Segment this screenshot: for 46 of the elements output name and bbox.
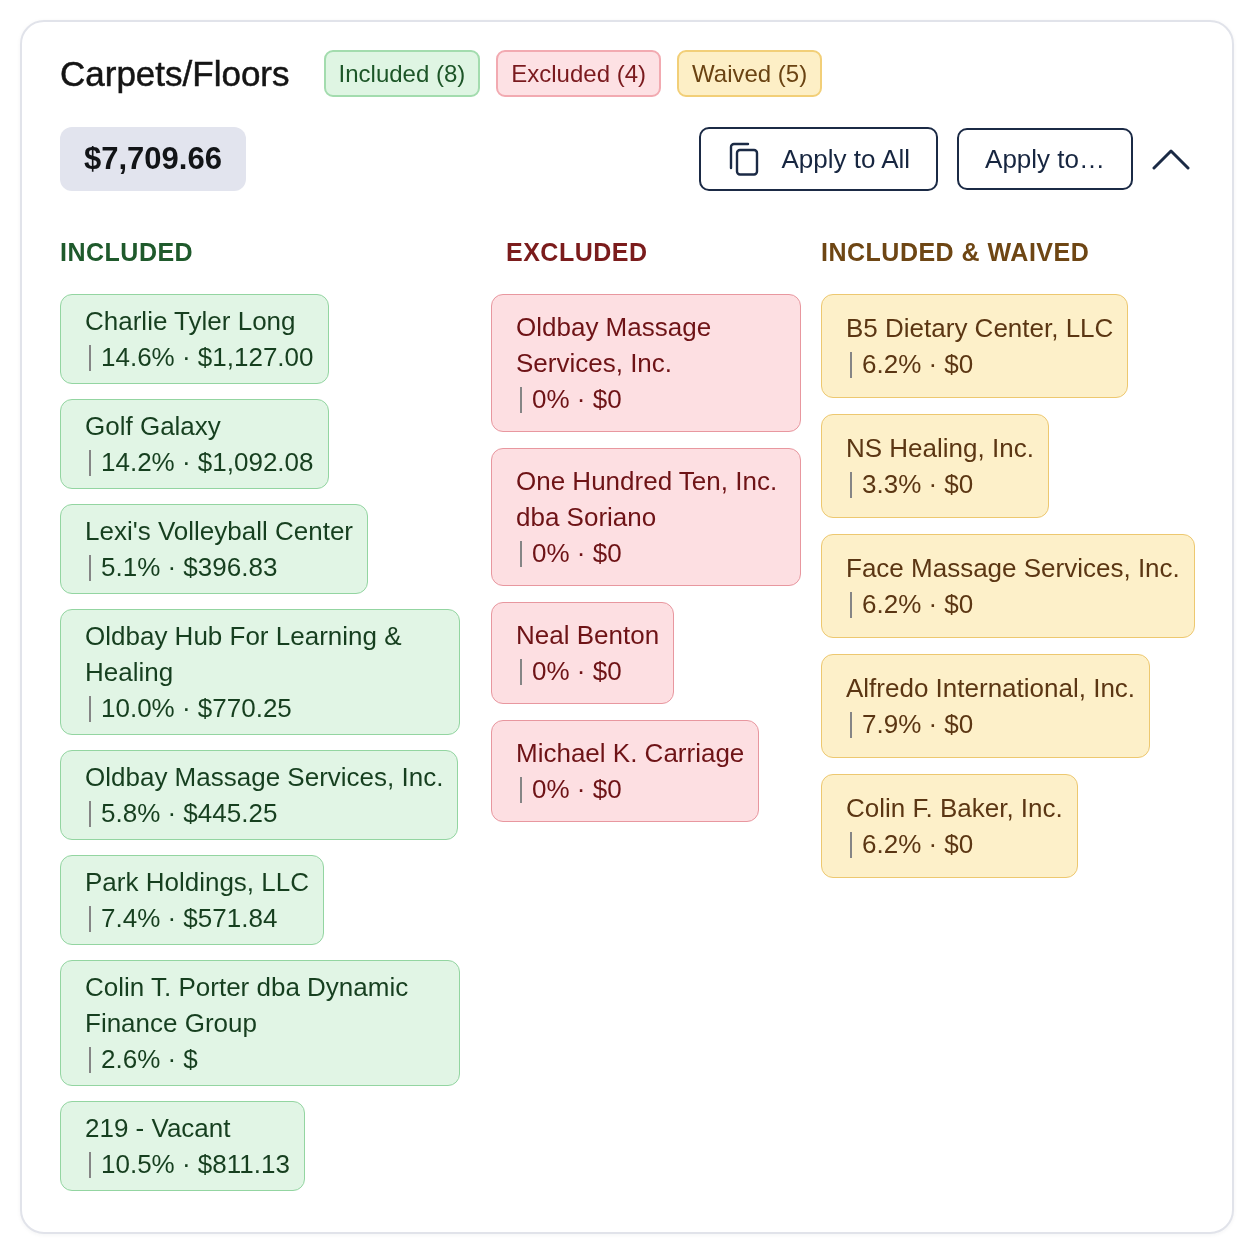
tenant-name: Oldbay Massage Services, Inc. xyxy=(516,311,713,380)
share-amount: 6.2% · $0 xyxy=(862,589,974,619)
tenant-name: Charlie Tyler Long xyxy=(85,305,296,338)
action-button[interactable]: Apply to… xyxy=(957,128,1133,190)
section-title: Carpets/Floors xyxy=(60,53,290,95)
tenant-name: One Hundred Ten, Inc. dba Soriano xyxy=(516,465,779,534)
share-amount: 0% · $0 xyxy=(532,384,622,414)
tenant-name: Oldbay Hub For Learning & Healing xyxy=(85,620,403,689)
column-heading: INCLUDED xyxy=(60,237,194,267)
tenant-name: B5 Dietary Center, LLC xyxy=(846,312,1114,345)
total-amount: $7,709.66 xyxy=(60,127,246,191)
share-amount: 14.2% · $1,092.08 xyxy=(101,447,314,477)
column-heading: EXCLUDED xyxy=(506,237,648,267)
count-badge: Excluded (4) xyxy=(496,50,661,97)
tenant-name: Neal Benton xyxy=(516,619,660,652)
tenant-name: Lexi's Volleyball Center xyxy=(85,515,353,548)
share-amount: 10.5% · $811.13 xyxy=(101,1149,290,1179)
share-amount: 3.3% · $0 xyxy=(862,469,974,499)
tenant-name: Oldbay Massage Services, Inc. xyxy=(85,761,444,794)
share-amount: 6.2% · $0 xyxy=(862,829,974,859)
tenant-name: Michael K. Carriage xyxy=(516,737,745,770)
tenant-name: Face Massage Services, Inc. xyxy=(846,552,1180,585)
count-badge: Included (8) xyxy=(323,50,481,97)
count-badge: Waived (5) xyxy=(677,50,823,97)
tenant-name: Park Holdings, LLC xyxy=(85,866,309,899)
share-amount: 0% · $0 xyxy=(532,656,622,686)
tenant-name: Golf Galaxy xyxy=(85,410,221,443)
share-amount: 0% · $0 xyxy=(532,538,622,568)
share-amount: 5.1% · $396.83 xyxy=(101,552,278,582)
share-amount: 7.9% · $0 xyxy=(862,709,974,739)
share-amount: 7.4% · $571.84 xyxy=(101,903,278,933)
share-amount: 2.6% · $ xyxy=(101,1044,198,1074)
share-amount: 14.6% · $1,127.00 xyxy=(101,342,314,372)
tenant-name: Colin T. Porter dba Dynamic Finance Group xyxy=(85,971,410,1040)
column-heading: INCLUDED & WAIVED xyxy=(821,237,1090,267)
action-button[interactable]: Apply to All xyxy=(699,127,939,191)
tenant-name: NS Healing, Inc. xyxy=(846,432,1034,465)
chevron-up-icon[interactable] xyxy=(1152,148,1190,170)
share-amount: 0% · $0 xyxy=(532,774,622,804)
share-amount: 6.2% · $0 xyxy=(862,349,974,379)
share-amount: 5.8% · $445.25 xyxy=(101,798,278,828)
tenant-name: Colin F. Baker, Inc. xyxy=(846,792,1063,825)
share-amount: 10.0% · $770.25 xyxy=(101,693,292,723)
copy-icon xyxy=(727,142,760,176)
tenant-name: Alfredo International, Inc. xyxy=(846,672,1136,705)
tenant-name: 219 - Vacant xyxy=(85,1112,231,1145)
